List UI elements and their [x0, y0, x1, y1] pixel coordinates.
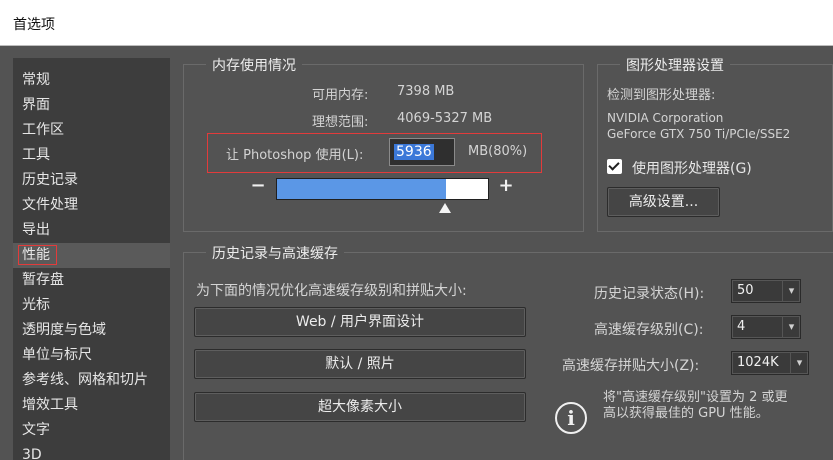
sidebar-item-label: 文件处理	[22, 197, 78, 213]
sidebar-item-3d[interactable]: 3D	[13, 443, 170, 460]
chevron-down-icon: ▾	[782, 280, 800, 302]
sidebar-item-label: 暂存盘	[22, 272, 64, 288]
history-states-value: 50	[737, 283, 754, 298]
cache-levels-select[interactable]: 4 ▾	[731, 315, 801, 339]
title-bar: 首选项	[0, 0, 833, 46]
sidebar-item-units-rulers[interactable]: 单位与标尺	[13, 343, 170, 368]
advanced-settings-button[interactable]: 高级设置...	[607, 187, 720, 217]
memory-usage-title: 内存使用情况	[206, 55, 302, 75]
cache-tile-size-value: 1024K	[737, 355, 779, 370]
memory-unit-percent: MB(80%)	[468, 144, 528, 159]
sidebar-item-plugins[interactable]: 增效工具	[13, 393, 170, 418]
sidebar-item-label: 参考线、网格和切片	[22, 372, 148, 388]
sidebar-item-label: 增效工具	[22, 397, 78, 413]
sidebar-item-export[interactable]: 导出	[13, 218, 170, 243]
available-ram-value: 7398 MB	[397, 84, 455, 99]
default-photos-button[interactable]: 默认 / 照片	[194, 349, 526, 379]
chevron-down-icon: ▾	[790, 352, 808, 374]
huge-pixel-dimensions-button[interactable]: 超大像素大小	[194, 392, 526, 422]
gpu-settings-title: 图形处理器设置	[620, 55, 730, 75]
memory-slider-thumb[interactable]	[439, 203, 451, 213]
gpu-vendor: NVIDIA Corporation	[607, 111, 724, 125]
sidebar-item-label: 界面	[22, 97, 50, 113]
sidebar-item-performance[interactable]: 性能	[13, 243, 170, 268]
sidebar-item-file-handling[interactable]: 文件处理	[13, 193, 170, 218]
sidebar-item-cursors[interactable]: 光标	[13, 293, 170, 318]
sidebar-item-tools[interactable]: 工具	[13, 143, 170, 168]
sidebar-item-general[interactable]: 常规	[13, 68, 170, 93]
optimize-cache-label: 为下面的情况优化高速缓存级别和拼贴大小:	[196, 283, 467, 299]
info-icon: i	[555, 402, 587, 434]
window-title: 首选项	[13, 17, 55, 33]
use-gpu-checkbox[interactable]	[607, 159, 622, 174]
use-gpu-label: 使用图形处理器(G)	[632, 161, 752, 177]
sidebar-item-label: 工作区	[22, 122, 64, 138]
web-ui-design-button[interactable]: Web / 用户界面设计	[194, 307, 526, 337]
chevron-down-icon: ▾	[782, 316, 800, 338]
sidebar-item-label: 光标	[22, 297, 50, 313]
sidebar-item-label: 透明度与色域	[22, 322, 106, 338]
memory-amount-value: 5936	[394, 144, 434, 160]
sidebar-item-label: 3D	[22, 447, 42, 460]
gpu-detected-label: 检测到图形处理器:	[607, 88, 716, 103]
sidebar-item-transparency-gamut[interactable]: 透明度与色域	[13, 318, 170, 343]
preferences-dialog: 常规 界面 工作区 工具 历史记录 文件处理 导出 性能 暂存盘 光标 透明度与…	[0, 46, 833, 460]
let-photoshop-use-label: 让 Photoshop 使用(L):	[226, 148, 364, 163]
sidebar-item-label: 单位与标尺	[22, 347, 92, 363]
cache-tile-size-label: 高速缓存拼贴大小(Z):	[562, 358, 700, 374]
sidebar-item-scratch-disks[interactable]: 暂存盘	[13, 268, 170, 293]
sidebar-item-interface[interactable]: 界面	[13, 93, 170, 118]
sidebar-item-guides-grid-slices[interactable]: 参考线、网格和切片	[13, 368, 170, 393]
sidebar-item-history-log[interactable]: 历史记录	[13, 168, 170, 193]
ideal-range-label: 理想范围:	[312, 115, 369, 130]
sidebar-item-label: 工具	[22, 147, 50, 163]
sidebar-item-label: 性能	[18, 245, 57, 265]
cache-tile-size-select[interactable]: 1024K ▾	[731, 351, 809, 375]
available-ram-label: 可用内存:	[312, 88, 369, 103]
cache-levels-label: 高速缓存级别(C):	[594, 322, 704, 338]
memory-amount-input[interactable]: 5936	[389, 138, 455, 166]
sidebar-item-label: 文字	[22, 422, 50, 438]
history-states-label: 历史记录状态(H):	[594, 286, 705, 302]
sidebar-item-label: 常规	[22, 72, 50, 88]
sidebar-item-type[interactable]: 文字	[13, 418, 170, 443]
sidebar-item-label: 历史记录	[22, 172, 78, 188]
cache-levels-value: 4	[737, 319, 746, 334]
ideal-range-value: 4069-5327 MB	[397, 111, 493, 126]
gpu-model: GeForce GTX 750 Ti/PCIe/SSE2	[607, 127, 791, 141]
category-sidebar: 常规 界面 工作区 工具 历史记录 文件处理 导出 性能 暂存盘 光标 透明度与…	[13, 58, 170, 460]
sidebar-item-label: 导出	[22, 222, 50, 238]
memory-slider-fill	[277, 179, 446, 199]
sidebar-item-workspace[interactable]: 工作区	[13, 118, 170, 143]
history-cache-title: 历史记录与高速缓存	[206, 243, 344, 263]
memory-slider-track[interactable]	[276, 178, 489, 200]
history-states-select[interactable]: 50 ▾	[731, 279, 801, 303]
decrease-memory-button[interactable]: −	[250, 175, 266, 196]
gpu-tip-line-2: 高以获得最佳的 GPU 性能。	[603, 406, 769, 421]
increase-memory-button[interactable]: +	[498, 175, 514, 196]
